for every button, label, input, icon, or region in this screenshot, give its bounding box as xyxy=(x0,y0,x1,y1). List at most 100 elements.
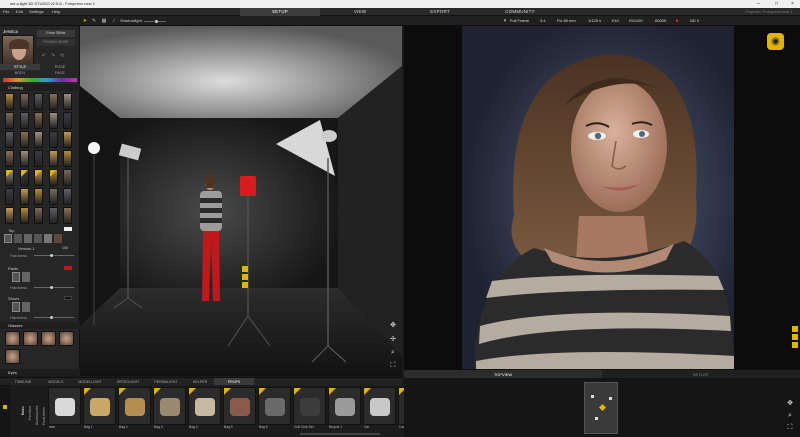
zoom-icon[interactable]: ⌕ xyxy=(389,349,397,357)
top-variant[interactable] xyxy=(24,234,32,243)
select-tool-icon[interactable]: ➤ xyxy=(82,18,88,24)
clothing-item[interactable] xyxy=(5,169,14,186)
prop-item[interactable] xyxy=(223,387,256,425)
prop-item[interactable] xyxy=(83,387,116,425)
clothing-item[interactable] xyxy=(19,93,29,110)
topview-light-marker[interactable] xyxy=(591,395,594,398)
pose-slider-button[interactable]: Pose Slider xyxy=(37,30,75,37)
clothing-item[interactable] xyxy=(5,207,14,224)
grid-tool-icon[interactable]: ▦ xyxy=(101,18,107,24)
clothing-item[interactable] xyxy=(34,150,43,167)
topview-zoom-icon[interactable]: ⌕ xyxy=(786,412,794,420)
eyes-header[interactable]: Eyes xyxy=(0,369,80,376)
tab-setup[interactable]: SETUP xyxy=(240,8,320,16)
glasses-header[interactable]: Glasses xyxy=(0,322,80,329)
topview-fit-icon[interactable]: ⛶ xyxy=(786,424,794,432)
close-icon[interactable]: × xyxy=(791,0,794,8)
clothing-item[interactable] xyxy=(34,169,43,186)
camera-lens[interactable]: Fix 85 mm xyxy=(555,17,578,25)
clothing-item[interactable] xyxy=(48,150,58,167)
reset-icon[interactable]: ⟲ xyxy=(59,53,65,59)
clothing-item[interactable] xyxy=(19,112,29,129)
top-variant[interactable] xyxy=(34,234,42,243)
clothing-item[interactable] xyxy=(63,112,72,129)
exposure-indicator[interactable] xyxy=(792,342,798,348)
clothing-item[interactable] xyxy=(63,188,72,205)
pen-tool-icon[interactable]: ✎ xyxy=(91,18,97,24)
clothing-item[interactable] xyxy=(48,93,58,110)
minimize-icon[interactable]: – xyxy=(757,0,760,8)
camera-kelvin[interactable]: 6000K xyxy=(653,17,669,25)
clothing-item[interactable] xyxy=(63,131,72,148)
pan-icon[interactable]: ✢ xyxy=(389,336,397,344)
camera-iso[interactable]: ISO100 xyxy=(627,17,645,25)
top-variant[interactable] xyxy=(44,234,52,243)
prop-item[interactable] xyxy=(328,387,361,425)
undo-icon[interactable]: ↶ xyxy=(41,53,47,59)
tab-community[interactable]: COMMUNITY xyxy=(480,8,560,16)
shoes-variant[interactable] xyxy=(12,302,20,312)
top-hardness-knob[interactable] xyxy=(50,253,53,257)
camera-aperture[interactable]: f/10 xyxy=(610,17,621,25)
color-strip[interactable] xyxy=(3,78,77,82)
pants-hardness-knob[interactable] xyxy=(50,285,53,289)
posing-mode-button[interactable]: POSING MODE xyxy=(37,39,75,46)
camera-format[interactable]: Full Frame xyxy=(508,17,531,25)
measure-tool-icon[interactable]: ∕ xyxy=(111,18,117,24)
clothing-item[interactable] xyxy=(34,93,43,110)
clothing-item[interactable] xyxy=(19,131,29,148)
topview-light-marker[interactable] xyxy=(595,417,598,420)
clothing-item[interactable] xyxy=(5,112,14,129)
clothing-item[interactable] xyxy=(48,112,58,129)
clothing-item[interactable] xyxy=(19,150,29,167)
prop-item[interactable] xyxy=(153,387,186,425)
menu-edit[interactable]: Edit xyxy=(16,8,23,16)
clothing-item[interactable] xyxy=(5,131,14,148)
prop-item[interactable] xyxy=(293,387,326,425)
exposure-indicator[interactable] xyxy=(792,326,798,332)
clothing-item[interactable] xyxy=(5,93,14,110)
prop-item[interactable] xyxy=(363,387,396,425)
prop-group-accessories[interactable]: Accessories xyxy=(35,406,39,425)
clothing-item[interactable] xyxy=(48,188,58,205)
clothing-item[interactable] xyxy=(63,150,72,167)
top-variant[interactable] xyxy=(54,234,62,243)
clothing-item[interactable] xyxy=(19,207,29,224)
clothing-item[interactable] xyxy=(63,93,72,110)
topview-move-icon[interactable]: ✥ xyxy=(786,400,794,408)
top-variant[interactable] xyxy=(14,234,22,243)
tab-export[interactable]: EXPORT xyxy=(400,8,480,16)
pants-variant[interactable] xyxy=(12,272,20,282)
redo-icon[interactable]: ↷ xyxy=(50,53,56,59)
camera-nd[interactable]: ND 0 xyxy=(688,17,701,25)
camera-shutter[interactable]: 1/125 s xyxy=(586,17,603,25)
menu-help[interactable]: Help xyxy=(52,8,60,16)
fit-view-icon[interactable]: ⛶ xyxy=(389,362,397,370)
top-color-swatch[interactable] xyxy=(64,227,72,231)
move-icon[interactable]: ✥ xyxy=(389,322,397,330)
glasses-item[interactable] xyxy=(59,331,74,346)
pants-variant[interactable] xyxy=(22,272,30,282)
prop-group-furniture[interactable]: Furniture xyxy=(28,406,32,420)
prop-item[interactable] xyxy=(48,387,81,425)
tab-body[interactable]: BODY xyxy=(0,70,40,76)
camera-ratio[interactable]: 3:4 xyxy=(538,17,548,25)
shoes-hardness-slider[interactable] xyxy=(34,317,74,318)
take-photo-button[interactable]: ◉ xyxy=(767,33,784,50)
tab-face[interactable]: FACE xyxy=(40,70,80,76)
pants-hardness-slider[interactable] xyxy=(34,287,74,288)
maximize-icon[interactable]: □ xyxy=(775,0,778,8)
camera-viewport[interactable]: ◉ xyxy=(404,26,800,369)
clothing-item[interactable] xyxy=(63,207,72,224)
clothing-item[interactable] xyxy=(19,169,29,186)
top-variant[interactable] xyxy=(4,234,12,243)
clothing-item[interactable] xyxy=(48,131,58,148)
clothing-item[interactable] xyxy=(5,188,14,205)
clothing-item[interactable] xyxy=(34,188,43,205)
topview-panel[interactable]: ✥ ⌕ ⛶ xyxy=(404,378,800,437)
exposure-indicator[interactable] xyxy=(792,334,798,340)
menu-settings[interactable]: Settings xyxy=(29,8,43,16)
props-scrollbar[interactable] xyxy=(300,433,380,435)
glasses-item[interactable] xyxy=(41,331,56,346)
shoes-hardness-knob[interactable] xyxy=(50,315,53,319)
